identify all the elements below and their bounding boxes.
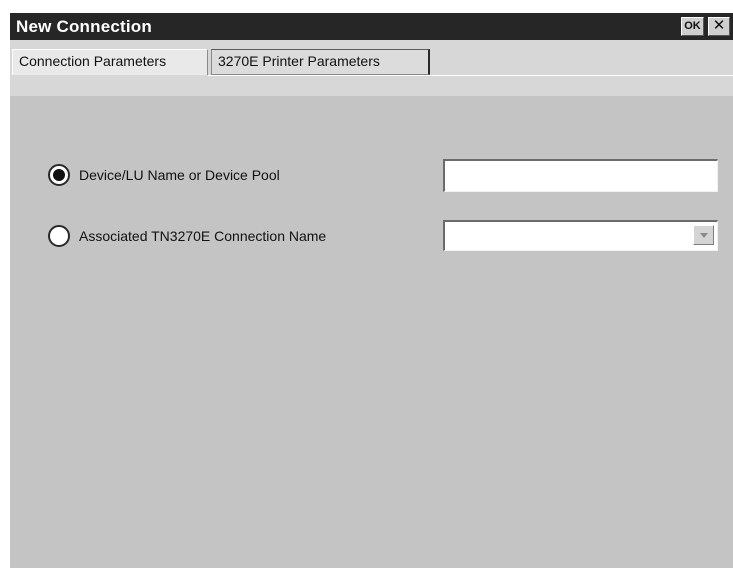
device-lu-label: Device/LU Name or Device Pool	[79, 167, 280, 183]
ok-button[interactable]: OK	[681, 17, 704, 36]
new-connection-dialog: New Connection OK ✕ Connection Parameter…	[10, 13, 733, 568]
associated-connection-dropdown[interactable]	[443, 220, 718, 251]
dropdown-arrow-button[interactable]	[693, 225, 714, 245]
window-title: New Connection	[16, 17, 152, 36]
device-lu-radio[interactable]	[48, 164, 70, 186]
device-lu-option[interactable]: Device/LU Name or Device Pool	[48, 163, 280, 187]
associated-connection-option[interactable]: Associated TN3270E Connection Name	[48, 224, 326, 248]
chevron-down-icon	[699, 232, 708, 238]
associated-connection-label: Associated TN3270E Connection Name	[79, 228, 327, 244]
title-bar: New Connection OK ✕	[10, 13, 733, 40]
radio-selected-dot	[53, 169, 65, 181]
device-lu-name-input[interactable]	[443, 159, 718, 192]
close-button[interactable]: ✕	[708, 17, 730, 36]
tab-strip: Connection Parameters 3270E Printer Para…	[10, 40, 733, 96]
associated-connection-radio[interactable]	[48, 225, 70, 247]
connection-parameters-panel: Device/LU Name or Device Pool Associated…	[10, 96, 733, 568]
tab-connection-parameters[interactable]: Connection Parameters	[12, 49, 208, 75]
tab-divider	[208, 75, 733, 76]
tab-3270e-printer-parameters[interactable]: 3270E Printer Parameters	[211, 49, 430, 75]
